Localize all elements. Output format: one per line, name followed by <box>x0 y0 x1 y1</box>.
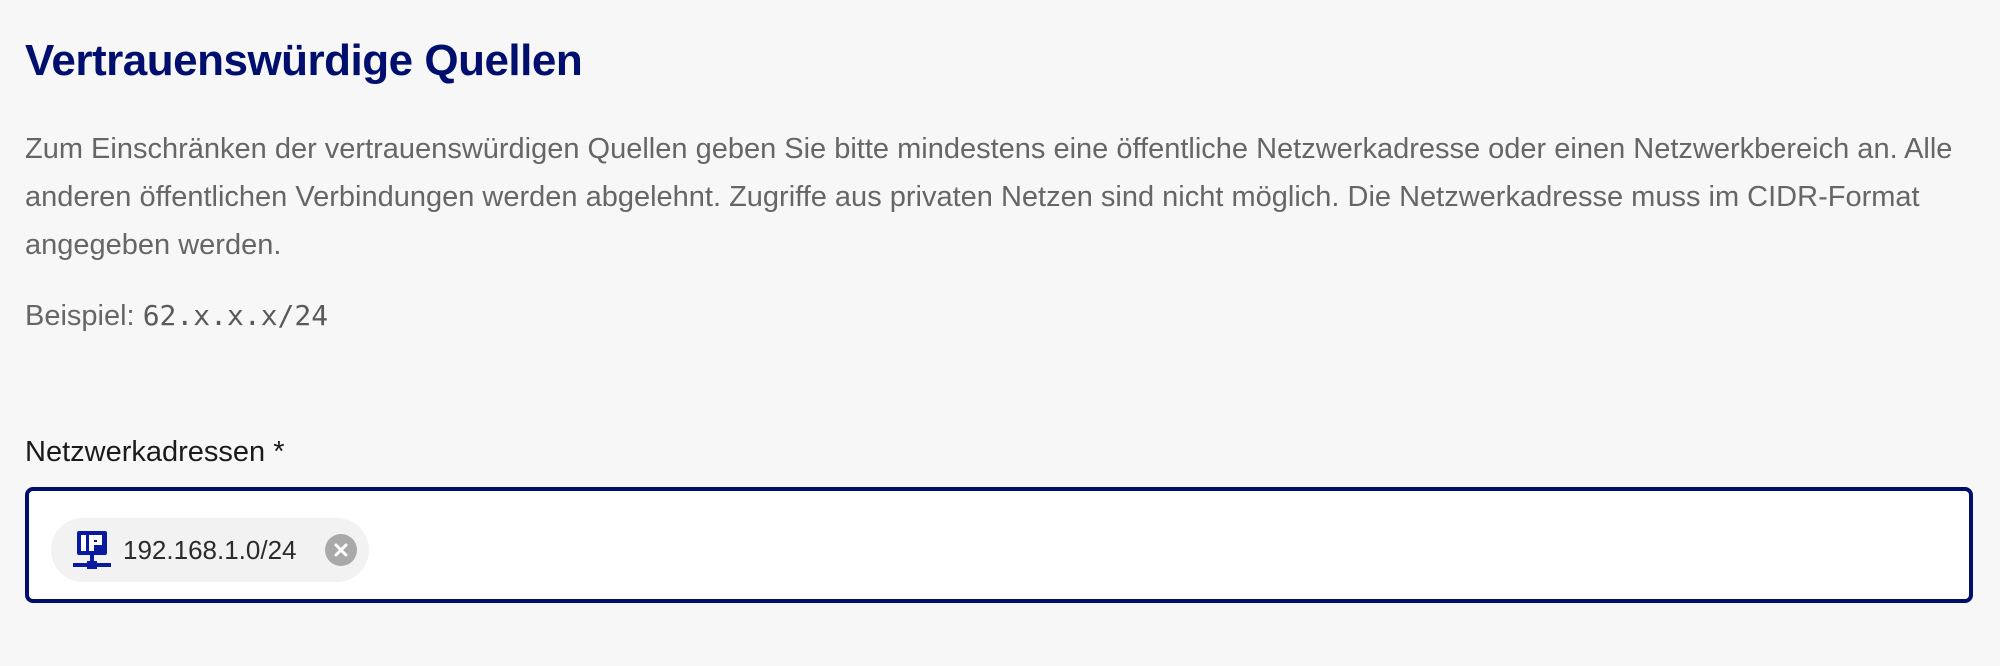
trusted-sources-section: Vertrauenswürdige Quellen Zum Einschränk… <box>25 0 1977 603</box>
network-address-chip: 192.168.1.0/24 <box>51 518 369 582</box>
ip-network-icon <box>71 529 113 571</box>
chip-label: 192.168.1.0/24 <box>123 535 297 565</box>
network-addresses-label: Netzwerkadressen * <box>25 436 285 468</box>
example-text: Beispiel: 62.x.x.x/24 <box>25 292 1977 340</box>
example-value: 62.x.x.x/24 <box>142 299 329 332</box>
network-addresses-input[interactable]: 192.168.1.0/24 <box>25 487 1973 603</box>
close-circle-icon[interactable] <box>324 534 357 566</box>
page-title: Vertrauenswürdige Quellen <box>25 36 583 85</box>
example-label: Beispiel: <box>25 300 135 332</box>
section-description: Zum Einschränken der vertrauenswürdigen … <box>25 133 1953 261</box>
